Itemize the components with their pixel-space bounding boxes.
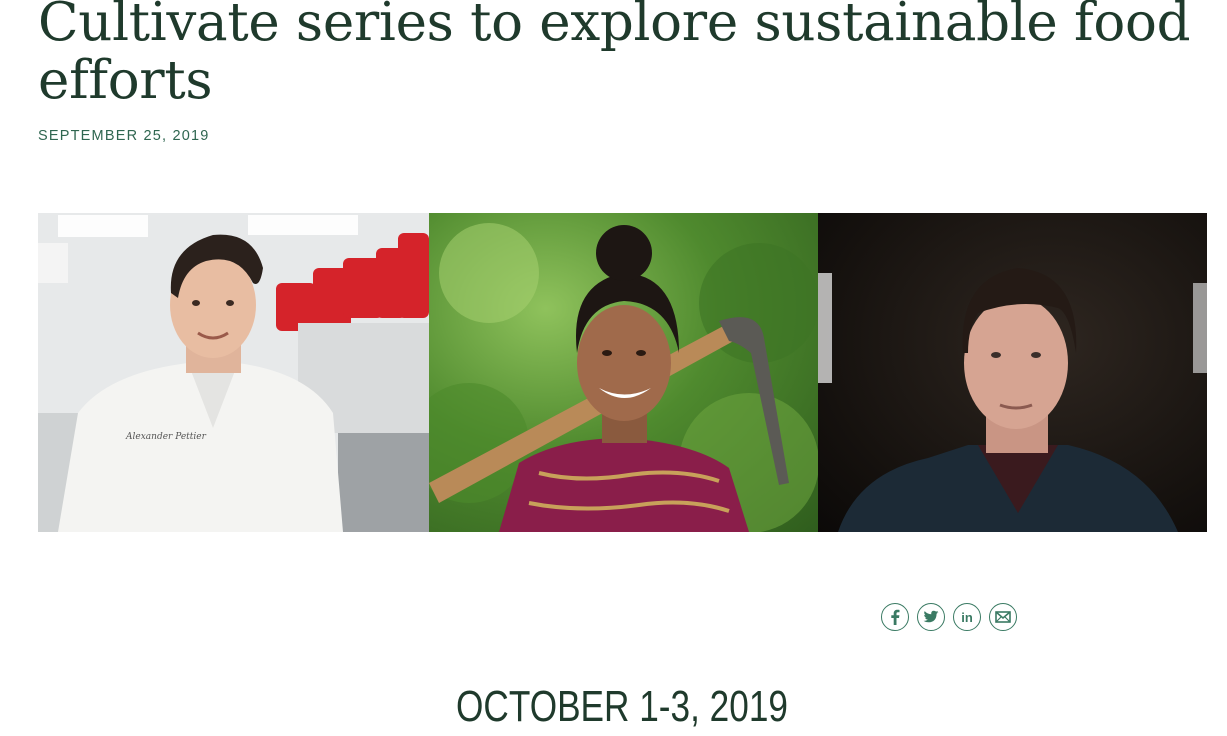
man-portrait [818,213,1207,532]
linkedin-icon: in [961,609,973,625]
article-title: Cultivate series to explore sustainable … [38,0,1191,111]
event-dates: OCTOBER 1-3, 2019 [456,682,788,731]
linkedin-share-button[interactable]: in [953,603,981,631]
twitter-share-button[interactable] [917,603,945,631]
chef-portrait: Alexander Pettier [38,213,429,532]
email-icon [995,611,1011,623]
farmer-portrait [429,213,818,532]
svg-text:Alexander Pettier: Alexander Pettier [125,432,207,442]
share-bar: in [881,603,1017,631]
hero-banner: Alexander Pettier [38,213,1207,532]
article-date: SEPTEMBER 25, 2019 [38,128,210,144]
facebook-share-button[interactable] [881,603,909,631]
twitter-icon [923,610,939,623]
facebook-icon [891,609,900,625]
email-share-button[interactable] [989,603,1017,631]
